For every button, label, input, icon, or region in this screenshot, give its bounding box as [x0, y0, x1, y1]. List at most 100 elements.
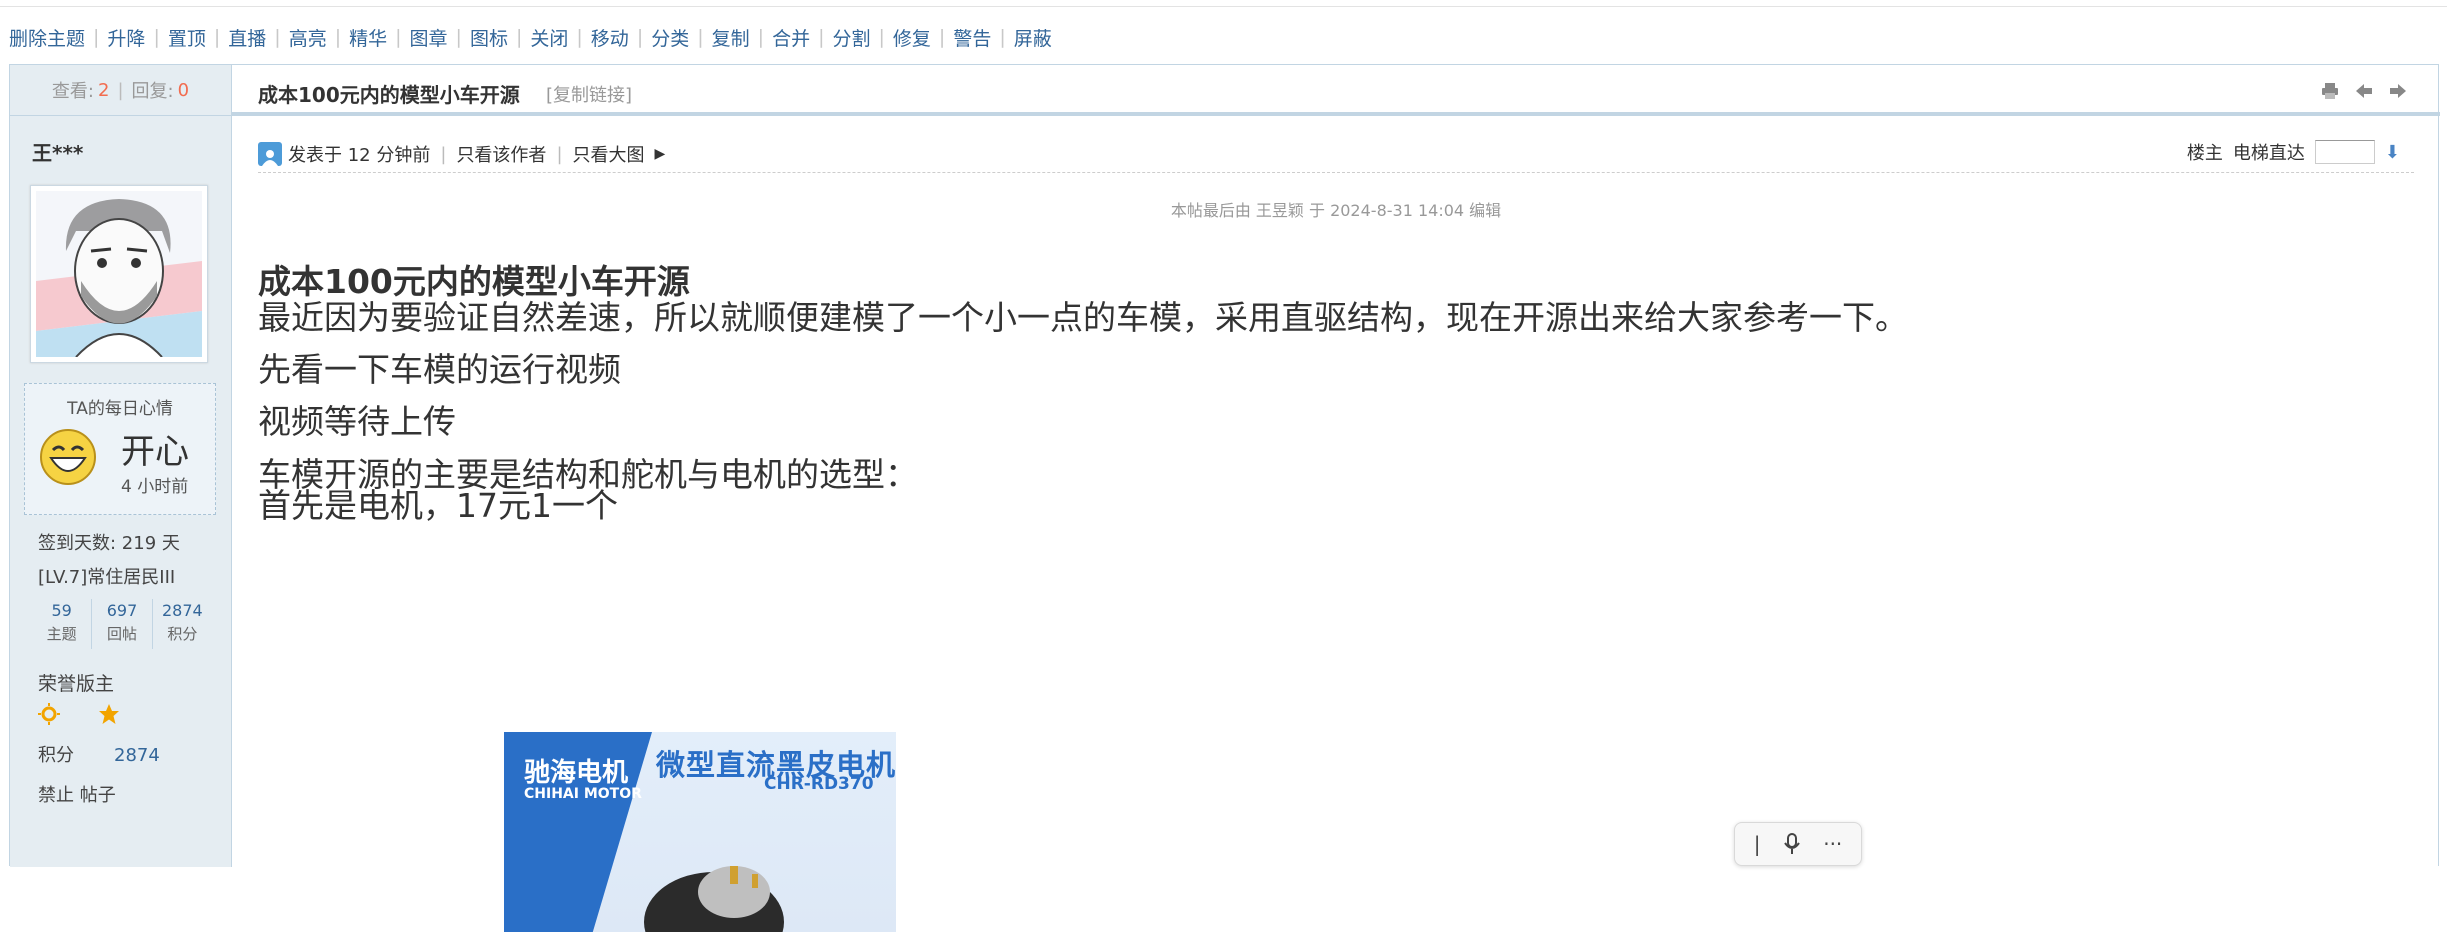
print-icon[interactable] [2320, 81, 2340, 101]
post-table: 查看: 2 | 回复: 0 王*** TA的每日心情 开心 4 小时前 签到天数… [9, 64, 2440, 932]
stat-topics[interactable]: 59 主题 [32, 599, 91, 649]
motor-body [644, 866, 784, 932]
divider: | [117, 79, 124, 101]
divider: | [515, 26, 523, 48]
paragraph: 先看一下车模的运行视频 [258, 350, 621, 389]
previous-thread-icon[interactable] [2354, 81, 2374, 101]
avatar[interactable] [30, 185, 208, 363]
more-icon[interactable]: ··· [1823, 832, 1842, 856]
divider: | [999, 26, 1006, 48]
sun-icon [38, 703, 60, 725]
author-sidebar: 查看: 2 | 回复: 0 王*** TA的每日心情 开心 4 小时前 签到天数… [10, 65, 232, 867]
caret-right-icon[interactable]: ▶ [655, 146, 666, 162]
floating-input-toolbar: | ··· [1734, 822, 1862, 866]
divider: | [334, 26, 342, 48]
avatar-image [36, 191, 202, 357]
thread-title-row: 成本100元内的模型小车开源 [复制链接] [232, 65, 2440, 116]
author-name[interactable]: 王*** [32, 137, 83, 166]
mod-action-8[interactable]: 关闭 [530, 24, 568, 51]
floor-nav: 楼主 电梯直达 ⬇ [2187, 139, 2400, 165]
divider: | [153, 26, 160, 48]
mod-action-3[interactable]: 直播 [228, 24, 266, 51]
user-group[interactable]: 荣誉版主 [38, 669, 114, 696]
user-level[interactable]: [LV.7]常住居民III [38, 563, 175, 589]
image-brand-cn: 驰海电机 [524, 758, 629, 788]
post-info-row: 发表于 12 分钟前 | 只看该作者 | 只看大图 ▶ 楼主 电梯直达 ⬇ [258, 135, 2414, 173]
view-reply-counts: 查看: 2 | 回复: 0 [10, 65, 231, 116]
stat-label: 主题 [46, 625, 77, 643]
post-meta: 发表于 12 分钟前 | 只看该作者 | 只看大图 ▶ [258, 141, 665, 167]
divider: | [455, 26, 462, 48]
stat-label: 积分 [167, 625, 198, 643]
divider: | [818, 26, 825, 48]
divider: | [556, 143, 563, 165]
stat-value: 2874 [161, 601, 203, 620]
mood-title: TA的每日心情 [67, 399, 173, 419]
stat-replies[interactable]: 697 回帖 [91, 599, 151, 649]
mod-action-5[interactable]: 精华 [349, 24, 387, 51]
divider: | [636, 26, 644, 48]
mood-word: 开心 [121, 432, 189, 472]
mod-action-9[interactable]: 移动 [591, 24, 629, 51]
user-stats: 59 主题 697 回帖 2874 积分 [32, 599, 212, 649]
divider: | [878, 26, 885, 48]
mod-action-10[interactable]: 分类 [651, 24, 689, 51]
user-online-icon [258, 142, 282, 166]
divider: | [697, 26, 704, 48]
mod-action-6[interactable]: 图章 [410, 24, 448, 51]
rank-badges [38, 703, 120, 725]
divider: | [93, 26, 100, 48]
motor-product-image[interactable]: 驰海电机 CHIHAI MOTOR 微型直流黑皮电机 CHR-RD370 [504, 732, 896, 932]
top-divider [0, 6, 2447, 7]
paragraph: 最近因为要验证自然差速，所以就顺便建模了一个小一点的车模，采用直驱结构，现在开源… [258, 298, 1908, 337]
paragraph: 视频等待上传 [258, 402, 456, 441]
views-label: 查看: [51, 81, 94, 102]
mod-action-12[interactable]: 合并 [772, 24, 810, 51]
divider: | [440, 143, 447, 165]
next-thread-icon[interactable] [2388, 81, 2408, 101]
daily-mood: TA的每日心情 开心 4 小时前 [24, 383, 216, 515]
microphone-icon[interactable] [1782, 833, 1802, 855]
post-time: 发表于 12 分钟前 [288, 145, 431, 166]
stat-label: 回帖 [106, 625, 137, 643]
only-author-link[interactable]: 只看该作者 [456, 141, 546, 167]
thread-title: 成本100元内的模型小车开源 [258, 83, 520, 107]
big-image-link[interactable]: 只看大图 [573, 141, 645, 167]
mod-action-7[interactable]: 图标 [470, 24, 508, 51]
image-brand-en: CHIHAI MOTOR [524, 786, 642, 802]
mood-time: 4 小时前 [121, 477, 189, 497]
ban-posts-link[interactable]: 禁止 帖子 [38, 781, 116, 807]
copy-link[interactable]: [复制链接] [546, 81, 632, 107]
mod-action-11[interactable]: 复制 [712, 24, 750, 51]
stat-value: 59 [51, 601, 72, 620]
floor-label: 楼主 [2186, 143, 2223, 164]
mod-action-13[interactable]: 分割 [832, 24, 870, 51]
floor-input[interactable] [2314, 140, 2375, 164]
elevator-label: 电梯直达 [2232, 143, 2305, 164]
mod-action-14[interactable]: 修复 [893, 24, 931, 51]
points-label: 积分 [38, 745, 74, 766]
mod-action-4[interactable]: 高亮 [289, 24, 327, 51]
edited-note: 本帖最后由 王昱颖 于 2024-8-31 14:04 编辑 [1170, 201, 1502, 220]
views-count: 2 [98, 79, 110, 101]
mod-action-16[interactable]: 屏蔽 [1014, 24, 1052, 51]
post-main: 成本100元内的模型小车开源 [复制链接] 发表于 12 分钟前 | 只看该作者… [232, 65, 2440, 932]
mod-action-0[interactable]: 删除主题 [9, 24, 85, 51]
moderation-toolbar: 删除主题 | 升降 | 置顶 | 直播 | 高亮 | 精华 | 图章 | 图标 | 关闭 | 移动 | 分类 | 复制 | 合并… [9, 22, 1052, 52]
divider: | [213, 26, 221, 48]
mod-action-1[interactable]: 升降 [107, 24, 145, 51]
divider: | [274, 26, 281, 48]
thread-tools [2320, 81, 2408, 101]
replies-count: 0 [177, 79, 190, 101]
text-cursor-icon[interactable]: | [1754, 832, 1761, 856]
star-icon [99, 704, 119, 724]
image-model: CHR-RD370 [764, 774, 874, 794]
mod-action-15[interactable]: 警告 [953, 24, 991, 51]
points-value[interactable]: 2874 [114, 745, 160, 766]
moon-icon [76, 705, 85, 723]
go-down-icon[interactable]: ⬇ [2385, 142, 2400, 163]
points-row: 积分 2874 [38, 741, 160, 767]
signin-days: 签到天数: 219 天 [38, 533, 180, 554]
mod-action-2[interactable]: 置顶 [168, 24, 206, 51]
stat-points[interactable]: 2874 积分 [151, 599, 212, 649]
